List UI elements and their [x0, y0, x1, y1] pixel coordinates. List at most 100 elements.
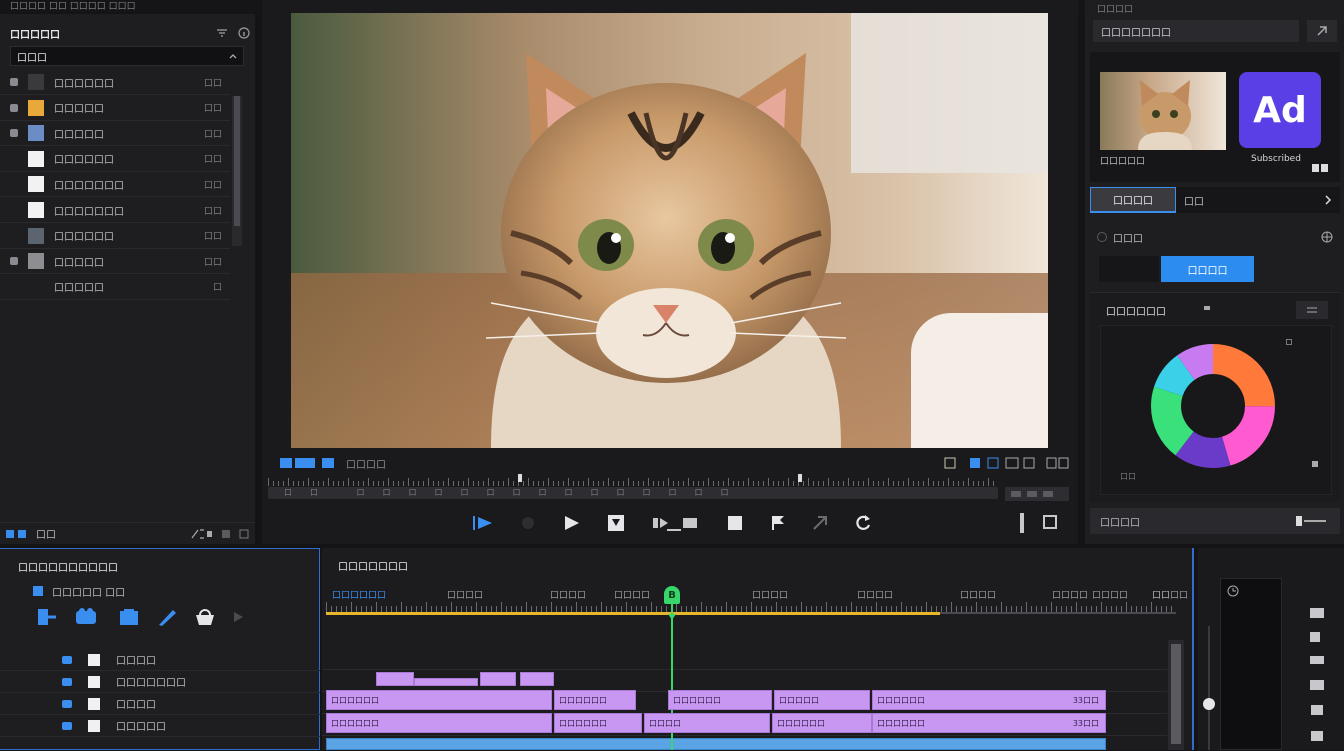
mixer-icon-1[interactable] — [1310, 608, 1324, 618]
globe-icon[interactable] — [1321, 231, 1333, 243]
step-back-icon[interactable] — [520, 515, 536, 531]
scrubber-in-marker[interactable] — [518, 474, 522, 482]
loop-icon[interactable] — [854, 514, 872, 532]
scrubber-out-marker[interactable] — [798, 474, 802, 482]
preview-scrubber[interactable]: 口口 口口口口口口口口口口口口口口口 — [268, 474, 998, 502]
library-item[interactable]: 口口口口口口 口口 — [0, 147, 230, 172]
library-scrollbar[interactable] — [232, 96, 242, 246]
timeline-clip[interactable]: 口口口口 — [644, 713, 770, 733]
track-header-row[interactable]: 口口口口口 — [0, 715, 320, 737]
chevron-right-icon[interactable] — [1324, 195, 1332, 205]
library-item[interactable]: 口口口口口 口口 — [0, 121, 230, 147]
video-frame[interactable] — [291, 13, 1048, 448]
eye-icon[interactable] — [10, 257, 18, 266]
track-visibility-checkbox[interactable] — [88, 697, 100, 710]
color-handle-tl[interactable] — [1286, 339, 1292, 345]
library-item[interactable]: 口口口口口口 口口 — [0, 70, 230, 95]
timeline-scrollbar[interactable] — [1168, 640, 1184, 750]
bullet-icon[interactable] — [10, 232, 18, 240]
play-icon[interactable] — [563, 515, 581, 531]
info-icon[interactable] — [238, 27, 250, 39]
bullet-icon[interactable] — [10, 283, 18, 291]
view-mode-icon[interactable] — [280, 457, 336, 469]
mixer-slider-knob[interactable] — [1203, 698, 1215, 710]
safe-zone-icon[interactable] — [944, 457, 956, 469]
media-card-thumbnail[interactable] — [1100, 72, 1226, 150]
timeline-clip[interactable]: 口口口口口口 — [554, 690, 636, 710]
track-header-row[interactable]: 口口口口 — [0, 649, 320, 671]
library-item[interactable]: 口口口口口口口 口口 — [0, 172, 230, 198]
timeline-clip[interactable]: 口口口口口口 — [772, 713, 872, 733]
mixer-icon-3[interactable] — [1310, 656, 1324, 666]
timeline-clip[interactable]: 口口口口口口 33口口 — [872, 690, 1106, 710]
bullet-icon[interactable] — [10, 206, 18, 214]
clip-tool-icon[interactable] — [36, 607, 58, 627]
color-handle-br[interactable] — [1312, 461, 1318, 467]
option-input[interactable] — [1099, 256, 1159, 282]
mixer-icon-4[interactable] — [1310, 680, 1324, 690]
chevron-up-icon[interactable] — [229, 53, 237, 59]
grid-view-icon[interactable] — [6, 529, 28, 539]
work-area-bar[interactable] — [326, 612, 940, 615]
library-item[interactable]: 口口口口口 口口 — [0, 96, 230, 121]
mixer-icon-2[interactable] — [1310, 632, 1324, 642]
track-lock-icon[interactable] — [62, 721, 72, 730]
library-search[interactable]: 口口口 — [10, 46, 244, 66]
delete-icon[interactable] — [221, 529, 231, 539]
insert-icon[interactable] — [607, 514, 625, 532]
apply-button[interactable]: 口口口口 — [1161, 256, 1254, 282]
adobe-logo-tile[interactable]: Ad — [1239, 72, 1321, 148]
library-item[interactable]: 口口口口口口 — [0, 275, 230, 300]
library-search-input[interactable]: 口口口 — [17, 49, 47, 64]
fullscreen-icon[interactable] — [1046, 457, 1070, 469]
timeline-clip[interactable]: 口口口口口口 — [668, 690, 772, 710]
bullet-icon[interactable] — [10, 155, 18, 163]
basket-tool-icon[interactable] — [194, 607, 216, 627]
timeline-clip[interactable]: 口口口口口口 — [326, 713, 552, 733]
new-folder-icon[interactable] — [191, 528, 213, 539]
tab-inactive[interactable]: 口口 — [1176, 187, 1340, 213]
archive-tool-icon[interactable] — [118, 607, 140, 627]
inspector-search-input[interactable]: 口口口口口口口 — [1101, 24, 1171, 39]
aspect-icon[interactable] — [966, 457, 1036, 469]
video-tool-icon[interactable] — [74, 607, 102, 627]
link-icon[interactable] — [812, 515, 828, 531]
track-visibility-checkbox[interactable] — [88, 719, 100, 732]
clip-video-main[interactable] — [326, 738, 1106, 750]
inspector-search[interactable]: 口口口口口口口 — [1093, 20, 1299, 42]
volume-icon[interactable] — [1018, 512, 1058, 534]
trim-icon[interactable] — [651, 514, 701, 532]
color-wheel[interactable] — [1150, 343, 1276, 469]
mixer-icon-6[interactable] — [1310, 730, 1324, 742]
lock-icon[interactable] — [1204, 306, 1210, 310]
slider-icon[interactable] — [1294, 515, 1330, 527]
mark-in-icon[interactable] — [472, 514, 494, 532]
option-radio[interactable] — [1097, 232, 1107, 242]
mixer-icon-5[interactable] — [1310, 704, 1324, 716]
folder-icon[interactable] — [10, 103, 18, 112]
play-small-icon[interactable] — [232, 611, 244, 623]
mixer-settings-icon[interactable] — [1227, 585, 1239, 597]
timeline-clip[interactable]: 口口口口口 — [774, 690, 870, 710]
track-visibility-checkbox[interactable] — [88, 653, 100, 666]
tab-active[interactable]: 口口口口 — [1090, 187, 1176, 213]
timeline-clip[interactable]: 口口口口口口 — [326, 690, 552, 710]
inspector-footer-button[interactable]: 口口口口 — [1100, 514, 1140, 529]
playhead-handle[interactable]: B — [664, 586, 680, 604]
color-section-menu[interactable] — [1296, 301, 1328, 319]
track-lock-icon[interactable] — [62, 677, 72, 686]
clip-a3[interactable] — [480, 672, 516, 686]
track-header-row[interactable]: 口口口口 — [0, 693, 320, 715]
sort-icon[interactable] — [216, 27, 228, 39]
zoom-control[interactable] — [1005, 487, 1069, 501]
timeline-clip[interactable]: 口口口口口口 33口口 — [872, 713, 1106, 733]
timeline-clip[interactable]: 口口口口口口 — [554, 713, 642, 733]
track-lock-icon[interactable] — [62, 655, 72, 664]
marker-icon[interactable] — [770, 514, 786, 532]
eye-icon[interactable] — [10, 129, 18, 138]
pen-tool-icon[interactable] — [156, 607, 178, 627]
track-lock-icon[interactable] — [62, 699, 72, 708]
track-add-icon[interactable] — [32, 585, 44, 597]
more-icon[interactable] — [239, 529, 249, 539]
inspector-pin-button[interactable] — [1307, 20, 1337, 42]
